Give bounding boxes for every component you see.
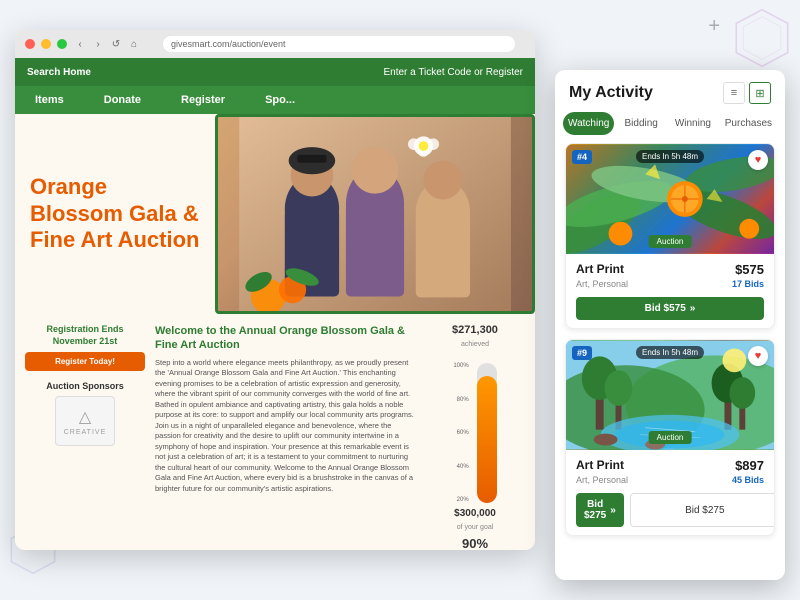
register-today-button[interactable]: Register Today! bbox=[25, 352, 145, 371]
card-1-actions: Bid $575 » bbox=[576, 297, 764, 320]
therm-labels: 100% 80% 60% 40% 20% bbox=[453, 363, 468, 503]
thermometer-wrap: 100% 80% 60% 40% 20% bbox=[453, 353, 496, 503]
activity-card-2: Ends In 5h 48m #9 Auction ♥ Art Print $8… bbox=[565, 339, 775, 536]
browser-url: givesmart.com/auction/event bbox=[171, 39, 286, 49]
browser-titlebar: ‹ › ↺ ⌂ givesmart.com/auction/event bbox=[15, 30, 535, 58]
card-1-body: Art Print $575 Art, Personal 17 Bids Bid… bbox=[566, 254, 774, 328]
card-1-category: Art, Personal bbox=[576, 279, 628, 289]
card-2-name: Art Print bbox=[576, 458, 624, 472]
tab-watching[interactable]: Watching bbox=[563, 112, 614, 135]
tab-purchases[interactable]: Purchases bbox=[720, 112, 777, 135]
card-2-subtitle-row: Art, Personal 45 Bids bbox=[576, 475, 764, 485]
hero-section: Orange Blossom Gala & Fine Art Auction bbox=[15, 114, 535, 314]
card-2-bid-btn[interactable]: Bid $275 » bbox=[576, 493, 624, 527]
sponsor-logo: △ CREATIVE bbox=[55, 396, 115, 446]
card-2-heart-btn[interactable]: ♥ bbox=[748, 346, 768, 366]
browser-address-bar[interactable]: givesmart.com/auction/event bbox=[163, 36, 515, 52]
hero-image-area bbox=[215, 114, 535, 314]
search-home-btn[interactable]: Search Home bbox=[27, 67, 91, 78]
browser-maximize-btn[interactable] bbox=[57, 39, 67, 49]
card-1-image: Ends In 5h 48m #4 Auction ♥ bbox=[566, 144, 774, 254]
site-main-content: Orange Blossom Gala & Fine Art Auction bbox=[15, 114, 535, 550]
registration-title: Registration Ends November 21st bbox=[25, 324, 145, 347]
card-2-category: Art, Personal bbox=[576, 475, 628, 485]
hero-title: Orange Blossom Gala & Fine Art Auction bbox=[30, 174, 200, 253]
hex-decoration-top-right bbox=[732, 8, 792, 68]
card-2-body: Art Print $897 Art, Personal 45 Bids Bid… bbox=[566, 450, 774, 535]
welcome-text: Step into a world where elegance meets p… bbox=[155, 358, 415, 495]
sponsor-logo-text: CREATIVE bbox=[64, 429, 107, 436]
site-navigation: Items Donate Register Spo... bbox=[15, 86, 535, 114]
welcome-title: Welcome to the Annual Orange Blossom Gal… bbox=[155, 324, 415, 353]
sponsors-box: Auction Sponsors △ CREATIVE bbox=[25, 381, 145, 446]
ticket-register-link[interactable]: Enter a Ticket Code or Register bbox=[383, 67, 523, 78]
browser-nav-buttons: ‹ › ↺ ⌂ bbox=[73, 37, 141, 51]
nav-items[interactable]: Items bbox=[15, 86, 84, 114]
card-1-name: Art Print bbox=[576, 262, 624, 276]
card-2-number: #9 bbox=[572, 346, 592, 360]
thermometer bbox=[477, 363, 497, 503]
card-1-title-row: Art Print $575 bbox=[576, 262, 764, 277]
browser-back-btn[interactable]: ‹ bbox=[73, 37, 87, 51]
card-1-subtitle-row: Art, Personal 17 Bids bbox=[576, 279, 764, 289]
activity-panel: My Activity ≡ ⊞ Watching Bidding Winning… bbox=[555, 70, 785, 580]
nav-sponsors[interactable]: Spo... bbox=[245, 86, 315, 114]
browser-forward-btn[interactable]: › bbox=[91, 37, 105, 51]
browser-minimize-btn[interactable] bbox=[41, 39, 51, 49]
card-1-number: #4 bbox=[572, 150, 592, 164]
card-2-timer: Ends In 5h 48m bbox=[636, 346, 704, 359]
card-1-timer: Ends In 5h 48m bbox=[636, 150, 704, 163]
view-toggle-buttons: ≡ ⊞ bbox=[723, 82, 771, 104]
card-1-heart-btn[interactable]: ♥ bbox=[748, 150, 768, 170]
activity-tabs: Watching Bidding Winning Purchases bbox=[555, 112, 785, 135]
goal-amount: $300,000 bbox=[454, 508, 496, 519]
card-2-actions: Bid $275 » bbox=[576, 493, 764, 527]
browser-window: ‹ › ↺ ⌂ givesmart.com/auction/event Sear… bbox=[15, 30, 535, 550]
card-1-price: $575 bbox=[735, 262, 764, 277]
card-2-badge: Auction bbox=[649, 431, 692, 444]
site-content: Search Home Enter a Ticket Code or Regis… bbox=[15, 58, 535, 550]
card-2-bids: 45 Bids bbox=[732, 475, 764, 485]
card-1-bids: 17 Bids bbox=[732, 279, 764, 289]
card-1-badge: Auction bbox=[649, 235, 692, 248]
thermometer-fill bbox=[477, 376, 497, 503]
grid-view-btn[interactable]: ⊞ bbox=[749, 82, 771, 104]
sponsor-logo-symbol: △ bbox=[79, 407, 91, 427]
goal-label: of your goal bbox=[457, 524, 494, 531]
browser-home-btn[interactable]: ⌂ bbox=[127, 37, 141, 51]
plus-icon-top: + bbox=[708, 15, 720, 38]
activity-title: My Activity bbox=[569, 84, 653, 102]
hero-photo bbox=[215, 114, 535, 314]
percent-label: 90% bbox=[462, 536, 488, 550]
browser-refresh-btn[interactable]: ↺ bbox=[109, 37, 123, 51]
middle-column: Welcome to the Annual Orange Blossom Gal… bbox=[155, 324, 415, 550]
browser-close-btn[interactable] bbox=[25, 39, 35, 49]
left-column: Registration Ends November 21st Register… bbox=[25, 324, 145, 550]
activity-header: My Activity ≡ ⊞ bbox=[555, 70, 785, 112]
card-2-title-row: Art Print $897 bbox=[576, 458, 764, 473]
card-2-bid-input[interactable] bbox=[630, 493, 775, 527]
registration-box: Registration Ends November 21st Register… bbox=[25, 324, 145, 371]
tab-bidding[interactable]: Bidding bbox=[616, 112, 666, 135]
card-2-price: $897 bbox=[735, 458, 764, 473]
thermometer-column: $271,300 achieved 100% 80% 60% 40% 20% bbox=[425, 324, 525, 550]
card-1-bid-btn[interactable]: Bid $575 » bbox=[576, 297, 764, 320]
activity-items-list: Ends In 5h 48m #4 Auction ♥ Art Print $5… bbox=[555, 143, 785, 548]
sponsors-title: Auction Sponsors bbox=[25, 381, 145, 391]
nav-donate[interactable]: Donate bbox=[84, 86, 161, 114]
card-2-image: Ends In 5h 48m #9 Auction ♥ bbox=[566, 340, 774, 450]
hero-title-area: Orange Blossom Gala & Fine Art Auction bbox=[15, 114, 215, 314]
content-area: Registration Ends November 21st Register… bbox=[15, 314, 535, 550]
list-view-btn[interactable]: ≡ bbox=[723, 82, 745, 104]
site-search-bar: Search Home Enter a Ticket Code or Regis… bbox=[15, 58, 535, 86]
tab-winning[interactable]: Winning bbox=[668, 112, 718, 135]
achieved-label: achieved bbox=[461, 341, 489, 348]
nav-register[interactable]: Register bbox=[161, 86, 245, 114]
activity-card-1: Ends In 5h 48m #4 Auction ♥ Art Print $5… bbox=[565, 143, 775, 329]
amount-display: $271,300 bbox=[452, 324, 498, 336]
